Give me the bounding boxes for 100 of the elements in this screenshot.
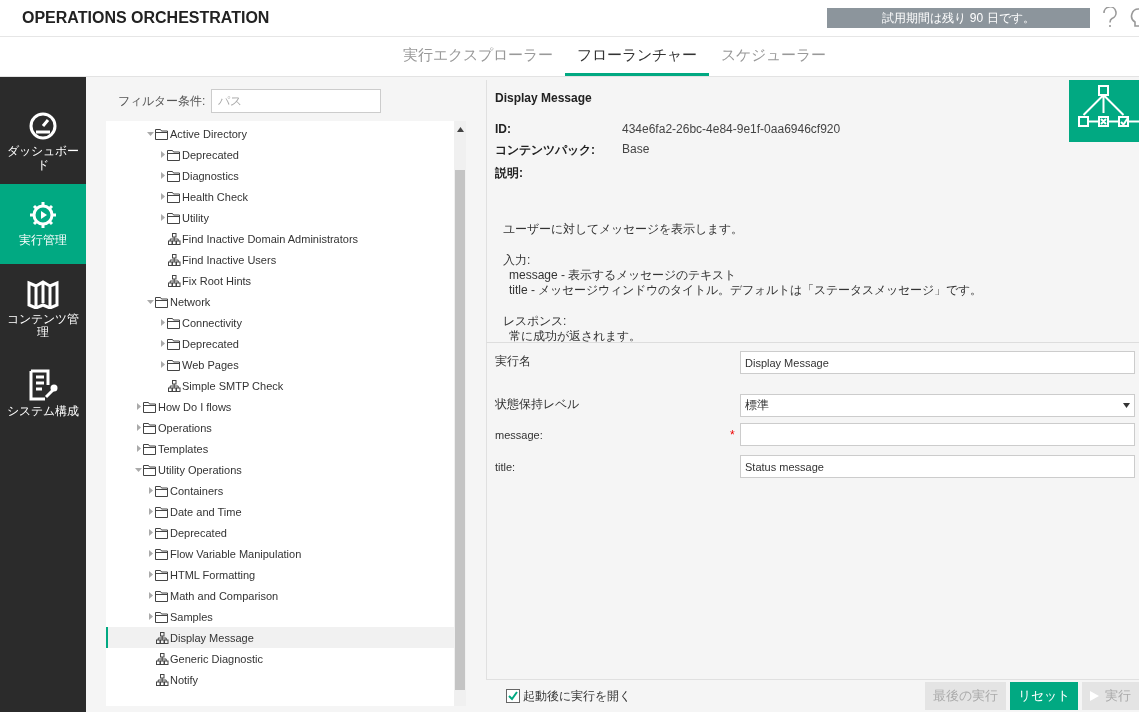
flow-icon	[168, 274, 181, 287]
flow-icon	[168, 253, 181, 266]
required-mark: *	[730, 427, 735, 442]
collapse-arrow-icon[interactable]	[146, 297, 155, 306]
description-line: 常に成功が返されます。	[508, 329, 642, 342]
lightbulb-icon[interactable]	[1130, 7, 1139, 29]
field-label: title:	[495, 460, 516, 473]
input-field[interactable]: Status message	[740, 455, 1135, 478]
folder-icon	[155, 610, 169, 623]
expand-arrow-icon[interactable]	[158, 318, 167, 327]
nav-item[interactable]: コンテンツ管理	[0, 264, 86, 354]
folder-icon	[167, 211, 181, 224]
scroll-up-icon[interactable]	[456, 127, 464, 132]
expand-arrow-icon[interactable]	[158, 213, 167, 222]
expand-arrow-icon[interactable]	[134, 402, 143, 411]
flow-icon	[168, 232, 181, 245]
select-field[interactable]: 標準	[740, 394, 1135, 417]
description-heading: レスポンス:	[503, 314, 568, 329]
expand-arrow-icon[interactable]	[146, 549, 155, 558]
expand-arrow-icon[interactable]	[146, 486, 155, 495]
expand-arrow-icon[interactable]	[158, 150, 167, 159]
tree-item[interactable]: Containers	[106, 480, 454, 501]
tree-item[interactable]: Web Pages	[106, 354, 454, 375]
checkmark-icon	[508, 691, 518, 701]
description-line: message - 表示するメッセージのテキスト	[508, 268, 738, 283]
expand-arrow-icon[interactable]	[158, 192, 167, 201]
folder-icon	[155, 568, 169, 581]
open-run-checkbox[interactable]: 起動後に実行を開く	[506, 687, 921, 705]
play-icon	[1090, 691, 1099, 701]
tree-item[interactable]: How Do I flows	[106, 396, 454, 417]
help-icon[interactable]	[1102, 7, 1118, 29]
folder-icon	[143, 400, 157, 413]
expand-arrow-icon[interactable]	[146, 507, 155, 516]
folder-icon	[155, 484, 169, 497]
tree-item[interactable]: Connectivity	[106, 312, 454, 333]
filter-label: フィルター条件:	[118, 92, 206, 110]
nav-item[interactable]: ダッシュボード	[0, 99, 86, 184]
tree-item[interactable]: Simple SMTP Check	[106, 375, 454, 396]
tree-item[interactable]: Utility	[106, 207, 454, 228]
tree-item[interactable]: Active Directory	[106, 123, 454, 144]
gauge-icon	[28, 111, 58, 142]
folder-icon	[155, 295, 169, 308]
tree-item[interactable]: Find Inactive Users	[106, 249, 454, 270]
scrollbar[interactable]	[454, 121, 466, 706]
flow-icon	[168, 379, 181, 392]
expand-arrow-icon[interactable]	[158, 171, 167, 180]
nav-item[interactable]: システム構成	[0, 354, 86, 434]
expand-arrow-icon[interactable]	[134, 423, 143, 432]
tree-item[interactable]: Utility Operations	[106, 459, 454, 480]
folder-icon	[143, 442, 157, 455]
book-icon	[27, 278, 59, 309]
meta-value: Base	[622, 142, 651, 158]
flow-icon	[156, 652, 169, 665]
tree-item[interactable]: Diagnostics	[106, 165, 454, 186]
folder-icon	[143, 463, 157, 476]
expand-arrow-icon[interactable]	[158, 360, 167, 369]
folder-icon	[155, 589, 169, 602]
expand-arrow-icon[interactable]	[146, 612, 155, 621]
field-label: 状態保持レベル	[495, 396, 579, 413]
tree-item[interactable]: Deprecated	[106, 144, 454, 165]
expand-arrow-icon[interactable]	[146, 528, 155, 537]
collapse-arrow-icon[interactable]	[146, 129, 155, 138]
filter-field[interactable]: パス	[211, 89, 382, 113]
field-label: 実行名	[495, 353, 531, 370]
tree-item[interactable]: HTML Formatting	[106, 564, 454, 585]
tree-item[interactable]: Fix Root Hints	[106, 270, 454, 291]
tree-item[interactable]: Operations	[106, 417, 454, 438]
input-field[interactable]	[740, 423, 1135, 446]
expand-arrow-icon[interactable]	[146, 570, 155, 579]
expand-arrow-icon[interactable]	[134, 444, 143, 453]
expand-arrow-icon[interactable]	[158, 339, 167, 348]
tree-item[interactable]: Health Check	[106, 186, 454, 207]
tree-item[interactable]: Flow Variable Manipulation	[106, 543, 454, 564]
folder-icon	[167, 148, 181, 161]
input-field[interactable]: Display Message	[740, 351, 1135, 374]
collapse-arrow-icon[interactable]	[134, 465, 143, 474]
gear-play-icon	[28, 200, 58, 231]
folder-icon	[167, 316, 181, 329]
folder-icon	[167, 337, 181, 350]
tree-item[interactable]: Find Inactive Domain Administrators	[106, 228, 454, 249]
tree-item[interactable]: Templates	[106, 438, 454, 459]
folder-icon	[167, 358, 181, 371]
folder-icon	[155, 547, 169, 560]
caret-icon	[1123, 403, 1130, 408]
flow-icon	[156, 673, 169, 686]
expand-arrow-icon[interactable]	[146, 591, 155, 600]
tree-item[interactable]: Date and Time	[106, 501, 454, 522]
tree-item[interactable]: Deprecated	[106, 522, 454, 543]
tree-item[interactable]: Notify	[106, 669, 454, 690]
field-label: message:	[495, 428, 543, 441]
tree-item[interactable]: Samples	[106, 606, 454, 627]
document-wrench-icon	[28, 369, 58, 402]
tree-item[interactable]: Math and Comparison	[106, 585, 454, 606]
app-title: OPERATIONS ORCHESTRATION	[22, 9, 271, 27]
tree-item[interactable]: Generic Diagnostic	[106, 648, 454, 669]
flow-icon	[156, 631, 169, 644]
trial-notice: 試用期間は残り 90 日です。	[827, 8, 1090, 28]
tree-item[interactable]: Network	[106, 291, 454, 312]
tree-item[interactable]: Deprecated	[106, 333, 454, 354]
tree-item[interactable]: Display Message	[106, 627, 454, 648]
